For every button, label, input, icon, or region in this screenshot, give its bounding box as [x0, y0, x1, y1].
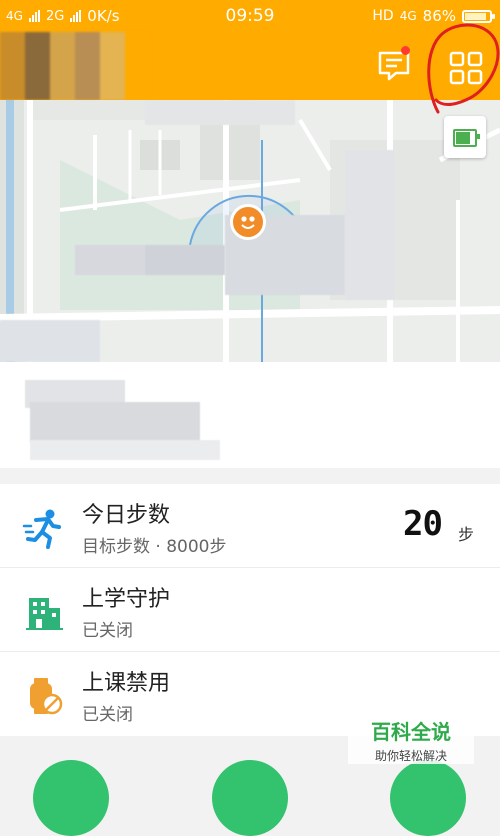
watermark: 百科全说 助你轻松解决	[348, 708, 474, 764]
child-profile-avatar[interactable]	[0, 32, 150, 100]
class-disable-title: 上课禁用	[82, 671, 171, 696]
blurred-location-text-3	[30, 440, 220, 460]
battery-full-icon	[453, 129, 480, 147]
battery-icon	[462, 9, 495, 23]
feature-list: 今日步数 目标步数 · 8000步 20 步 上学守护 已关闭 上课禁用 已关闭	[0, 484, 500, 736]
running-person-icon	[22, 509, 61, 549]
steps-goal: 目标步数 · 8000步	[82, 537, 227, 557]
status-right: HD 4G 86%	[372, 7, 495, 25]
message-badge	[401, 46, 410, 55]
class-disable-status: 已关闭	[82, 705, 133, 725]
blurred-address-5	[145, 100, 295, 125]
location-card[interactable]	[0, 362, 500, 468]
bottom-action-3[interactable]	[390, 760, 466, 836]
device-battery-chip[interactable]	[444, 116, 486, 158]
steps-unit: 步	[457, 525, 474, 544]
steps-count: 20	[403, 504, 443, 544]
blurred-address-2	[145, 245, 225, 275]
location-map[interactable]	[0, 100, 500, 362]
bottom-action-1[interactable]	[33, 760, 109, 836]
status-bar: 4G 2G 0K/s 09:59 HD 4G 86%	[0, 0, 500, 32]
battery-percent: 86%	[422, 7, 456, 25]
watermark-title: 百科全说	[371, 720, 451, 744]
blurred-location-text-2	[30, 402, 200, 442]
list-item-school-guard[interactable]: 上学守护 已关闭	[0, 568, 500, 652]
hd-indicator: HD	[372, 8, 394, 24]
school-guard-title: 上学守护	[82, 587, 171, 612]
school-guard-status: 已关闭	[82, 621, 133, 641]
watch-disabled-icon	[30, 678, 63, 715]
blurred-address-6	[0, 320, 100, 362]
bottom-action-2[interactable]	[212, 760, 288, 836]
blurred-address-1	[75, 245, 145, 275]
child-face-icon[interactable]	[230, 204, 266, 240]
app-header	[0, 32, 500, 100]
school-building-icon	[26, 598, 63, 630]
network-type-right: 4G	[399, 9, 417, 23]
watermark-subtitle: 助你轻松解决	[374, 749, 447, 763]
grid-menu-icon[interactable]	[446, 48, 486, 88]
list-item-steps[interactable]: 今日步数 目标步数 · 8000步 20 步	[0, 484, 500, 568]
steps-title: 今日步数	[82, 503, 171, 528]
blurred-address-4	[345, 150, 395, 300]
